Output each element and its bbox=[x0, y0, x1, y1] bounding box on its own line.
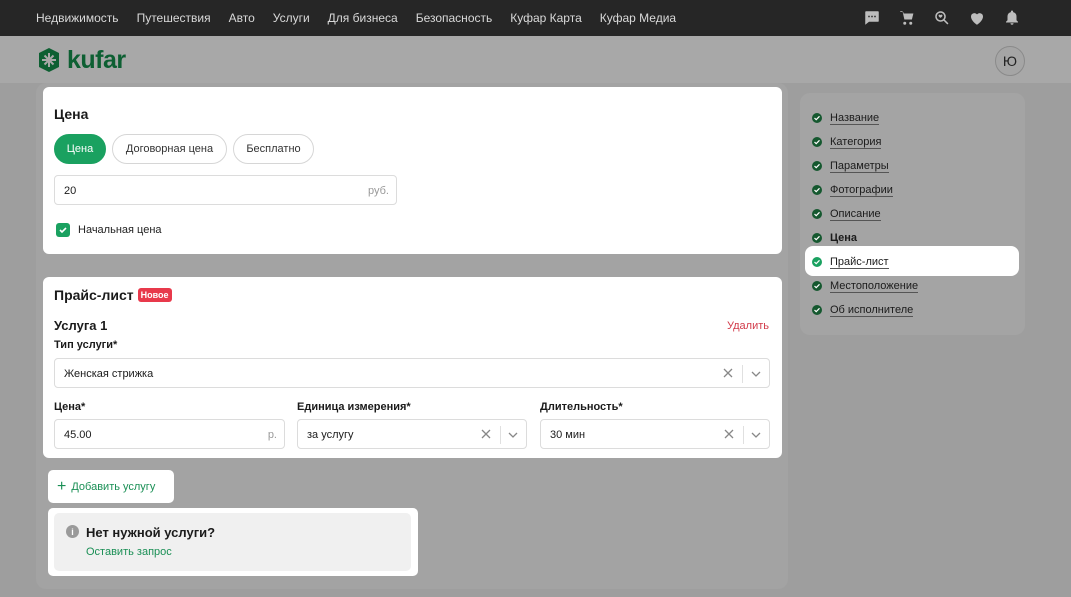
check-circle-icon bbox=[812, 281, 822, 291]
price-option-free[interactable]: Бесплатно bbox=[233, 134, 314, 164]
price-input[interactable]: 20 руб. bbox=[54, 175, 397, 205]
nav-link-business[interactable]: Для бизнеса bbox=[328, 11, 398, 25]
unit-value: за услугу bbox=[307, 429, 354, 441]
check-circle-icon bbox=[812, 185, 822, 195]
missing-service-title: Нет нужной услуги? bbox=[86, 525, 216, 540]
favorites-icon[interactable] bbox=[968, 9, 986, 27]
clear-icon[interactable] bbox=[721, 366, 735, 380]
price-option-fixed[interactable]: Цена bbox=[54, 134, 106, 164]
nav-link-services[interactable]: Услуги bbox=[273, 11, 310, 25]
pricelist-title: Прайс-лист bbox=[54, 287, 134, 303]
check-circle-icon bbox=[812, 161, 822, 171]
select-divider bbox=[742, 365, 743, 383]
unit-label: Единица измерения* bbox=[297, 401, 411, 413]
service-price-suffix: р. bbox=[267, 429, 277, 441]
new-badge: Новое bbox=[137, 288, 172, 302]
nav-link-security[interactable]: Безопасность bbox=[416, 11, 493, 25]
nav-link-auto[interactable]: Авто bbox=[229, 11, 255, 25]
sidebar-item-location[interactable]: Местоположение bbox=[812, 279, 919, 293]
sidebar-item-category[interactable]: Категория bbox=[812, 135, 882, 149]
site-header bbox=[0, 36, 1071, 83]
cart-icon[interactable] bbox=[898, 9, 916, 27]
top-nav-links: Недвижимость Путешествия Авто Услуги Для… bbox=[36, 0, 694, 36]
check-circle-icon bbox=[812, 137, 822, 147]
check-circle-icon bbox=[812, 209, 822, 219]
check-circle-icon bbox=[812, 233, 822, 243]
service-type-select[interactable]: Женская стрижка bbox=[54, 358, 770, 388]
service-type-label: Тип услуги* bbox=[54, 339, 118, 351]
pricelist-card: Прайс-лист Новое Услуга 1 Удалить Тип усл… bbox=[43, 277, 782, 458]
logo-text: kufar bbox=[67, 45, 126, 74]
kufar-logo-icon bbox=[39, 48, 59, 72]
price-input-value: 20 bbox=[64, 185, 77, 197]
sidebar-item-label: Категория bbox=[830, 135, 882, 149]
checkmark-icon bbox=[59, 227, 67, 234]
sidebar-item-label: Параметры bbox=[830, 159, 889, 173]
top-nav-icons bbox=[846, 0, 1021, 36]
kufar-logo[interactable]: kufar bbox=[36, 46, 126, 74]
service-price-value: 45.00 bbox=[64, 429, 92, 441]
chevron-down-icon[interactable] bbox=[506, 428, 520, 442]
check-circle-icon bbox=[812, 257, 822, 267]
service-type-value: Женская стрижка bbox=[64, 368, 154, 380]
add-service-label: Добавить услугу bbox=[71, 480, 156, 493]
sidebar-item-parameters[interactable]: Параметры bbox=[812, 159, 889, 173]
sidebar-item-price[interactable]: Цена bbox=[812, 231, 857, 245]
sidebar-item-photos[interactable]: Фотографии bbox=[812, 183, 893, 197]
sidebar-item-name[interactable]: Название bbox=[812, 111, 880, 125]
sidebar-item-label: Описание bbox=[830, 207, 881, 221]
chevron-down-icon[interactable] bbox=[749, 367, 763, 381]
sidebar-item-label: Цена bbox=[830, 232, 858, 244]
duration-value: 30 мин bbox=[550, 429, 586, 441]
sidebar-item-description[interactable]: Описание bbox=[812, 207, 881, 221]
sidebar-item-performer[interactable]: Об исполнителе bbox=[812, 303, 914, 317]
duration-label: Длительность* bbox=[540, 401, 623, 413]
leave-request-link[interactable]: Оставить запрос bbox=[86, 546, 172, 558]
check-circle-icon bbox=[812, 113, 822, 123]
chat-icon[interactable] bbox=[863, 9, 881, 27]
service-price-label: Цена* bbox=[54, 401, 86, 413]
nav-link-kufar-media[interactable]: Куфар Медиа bbox=[600, 11, 676, 25]
notifications-icon[interactable] bbox=[1003, 9, 1021, 27]
price-card: Цена Цена Договорная цена Бесплатно 20 р… bbox=[43, 87, 782, 254]
price-option-negotiable[interactable]: Договорная цена bbox=[112, 134, 227, 164]
price-currency: руб. bbox=[368, 185, 389, 197]
pricelist-title-wrap: Прайс-лист Новое bbox=[54, 287, 172, 303]
top-navigation-bar: Недвижимость Путешествия Авто Услуги Для… bbox=[0, 0, 1071, 36]
delete-service-link[interactable]: Удалить bbox=[727, 320, 769, 332]
sidebar-item-label: Название bbox=[830, 111, 880, 125]
info-icon: i bbox=[66, 525, 79, 538]
select-divider bbox=[743, 426, 744, 444]
nav-link-travel[interactable]: Путешествия bbox=[137, 11, 211, 25]
nav-link-realty[interactable]: Недвижимость bbox=[36, 11, 119, 25]
select-divider bbox=[500, 426, 501, 444]
missing-service-block: i Нет нужной услуги? Оставить запрос bbox=[48, 508, 418, 576]
plus-icon: + bbox=[57, 477, 67, 495]
check-circle-icon bbox=[812, 305, 822, 315]
avatar[interactable]: Ю bbox=[995, 46, 1025, 76]
sidebar-item-label: Местоположение bbox=[830, 279, 919, 293]
sidebar-item-label: Об исполнителе bbox=[830, 303, 914, 317]
start-price-checkbox[interactable] bbox=[56, 223, 70, 237]
nav-link-kufar-map[interactable]: Куфар Карта bbox=[510, 11, 582, 25]
search-heart-icon[interactable] bbox=[933, 9, 951, 27]
clear-icon[interactable] bbox=[479, 427, 493, 441]
sidebar-item-pricelist[interactable]: Прайс-лист bbox=[812, 255, 889, 269]
chevron-down-icon[interactable] bbox=[749, 428, 763, 442]
add-service-button[interactable]: + Добавить услугу bbox=[48, 470, 174, 503]
service-title: Услуга 1 bbox=[54, 318, 108, 333]
duration-select[interactable]: 30 мин bbox=[540, 419, 770, 449]
missing-service-panel: i Нет нужной услуги? Оставить запрос bbox=[54, 513, 411, 571]
sidebar-item-label: Прайс-лист bbox=[830, 255, 889, 269]
price-section-title: Цена bbox=[54, 106, 89, 122]
clear-icon[interactable] bbox=[722, 427, 736, 441]
unit-select[interactable]: за услугу bbox=[297, 419, 527, 449]
service-price-input[interactable]: 45.00 р. bbox=[54, 419, 285, 449]
start-price-label: Начальная цена bbox=[78, 224, 162, 236]
sidebar-item-label: Фотографии bbox=[830, 183, 893, 197]
